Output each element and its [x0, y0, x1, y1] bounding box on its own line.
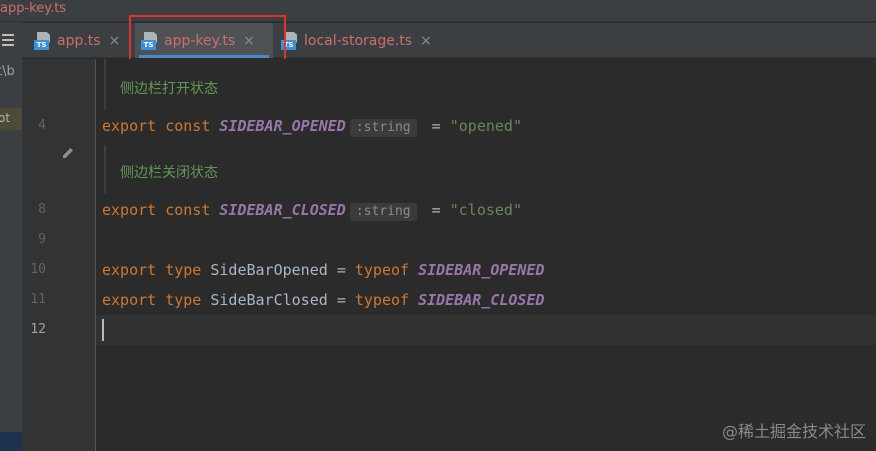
close-tab-icon[interactable]: × [109, 33, 121, 49]
code-line[interactable]: export const SIDEBAR_OPENED:string = "op… [102, 116, 522, 137]
type-hint: :string [349, 119, 417, 137]
doc-comment-text: 侧边栏打开状态 [120, 81, 218, 97]
code-line[interactable]: export type SideBarClosed = typeof SIDEB… [102, 290, 545, 310]
code-editor[interactable]: 侧边栏打开状态 export const SIDEBAR_OPENED:stri… [96, 59, 876, 451]
project-panel-bottom-selection[interactable] [0, 432, 22, 451]
tab-app-ts[interactable]: TS app.ts × [32, 23, 132, 58]
tab-local-storage-ts[interactable]: TS local-storage.ts × [279, 23, 449, 58]
tab-label: local-storage.ts [304, 32, 413, 49]
type-hint: :string [349, 203, 417, 221]
project-selected-item-label: ot [0, 111, 11, 125]
typescript-file-icon: TS [34, 31, 51, 50]
code-line[interactable]: export const SIDEBAR_CLOSED:string = "cl… [102, 200, 522, 221]
doc-comment: 侧边栏打开状态 [104, 59, 218, 109]
current-line-number: 12 [30, 322, 46, 337]
watermark: @稀土掘金技术社区 [721, 422, 866, 441]
project-path-fragment[interactable]: t\b [0, 64, 15, 79]
doc-comment: 侧边栏关闭状态 [104, 145, 218, 193]
project-panel: t\b ot [0, 22, 22, 451]
text-caret [102, 319, 104, 341]
line-number: 10 [30, 262, 46, 277]
menu-icon[interactable] [2, 34, 14, 49]
line-number: 4 [38, 118, 46, 133]
editor-gutter: 4 8 9 10 11 12 [22, 59, 96, 451]
pencil-icon[interactable] [61, 146, 75, 160]
current-line-highlight [96, 315, 876, 345]
doc-comment-text: 侧边栏关闭状态 [120, 165, 218, 181]
line-number: 8 [38, 202, 46, 217]
line-number: 9 [38, 232, 46, 247]
window-title: app-key.ts [0, 1, 67, 16]
line-number: 11 [30, 292, 46, 307]
close-tab-icon[interactable]: × [420, 33, 432, 49]
code-line[interactable]: export type SideBarOpened = typeof SIDEB… [102, 260, 545, 280]
tab-label: app.ts [57, 32, 101, 49]
project-selected-item[interactable]: ot [0, 108, 22, 130]
